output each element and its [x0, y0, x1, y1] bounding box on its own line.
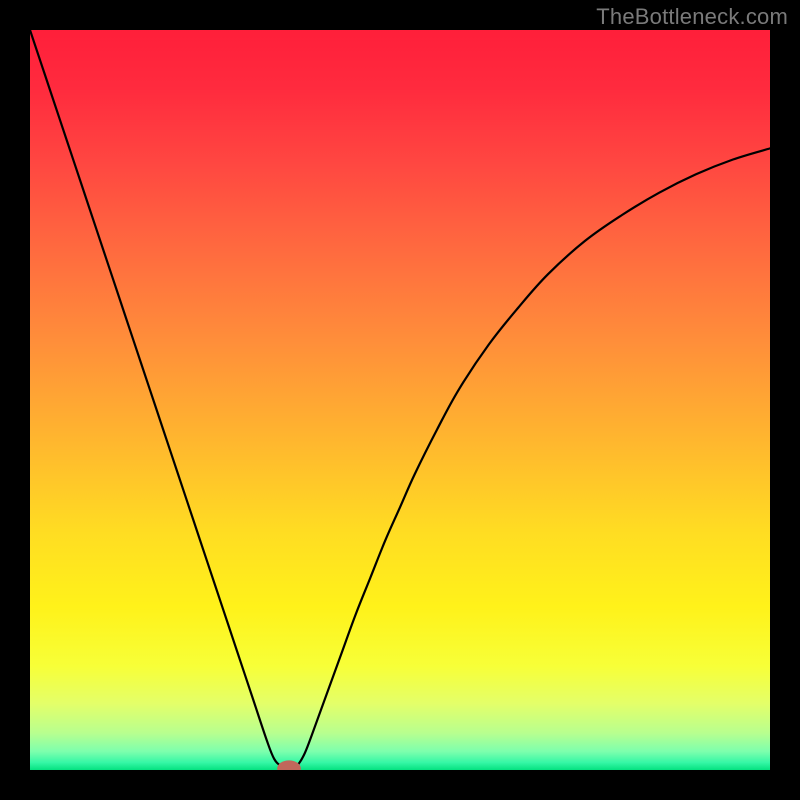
chart-frame: TheBottleneck.com — [0, 0, 800, 800]
chart-svg — [30, 30, 770, 770]
watermark-text: TheBottleneck.com — [596, 4, 788, 30]
gradient-background — [30, 30, 770, 770]
plot-area — [30, 30, 770, 770]
